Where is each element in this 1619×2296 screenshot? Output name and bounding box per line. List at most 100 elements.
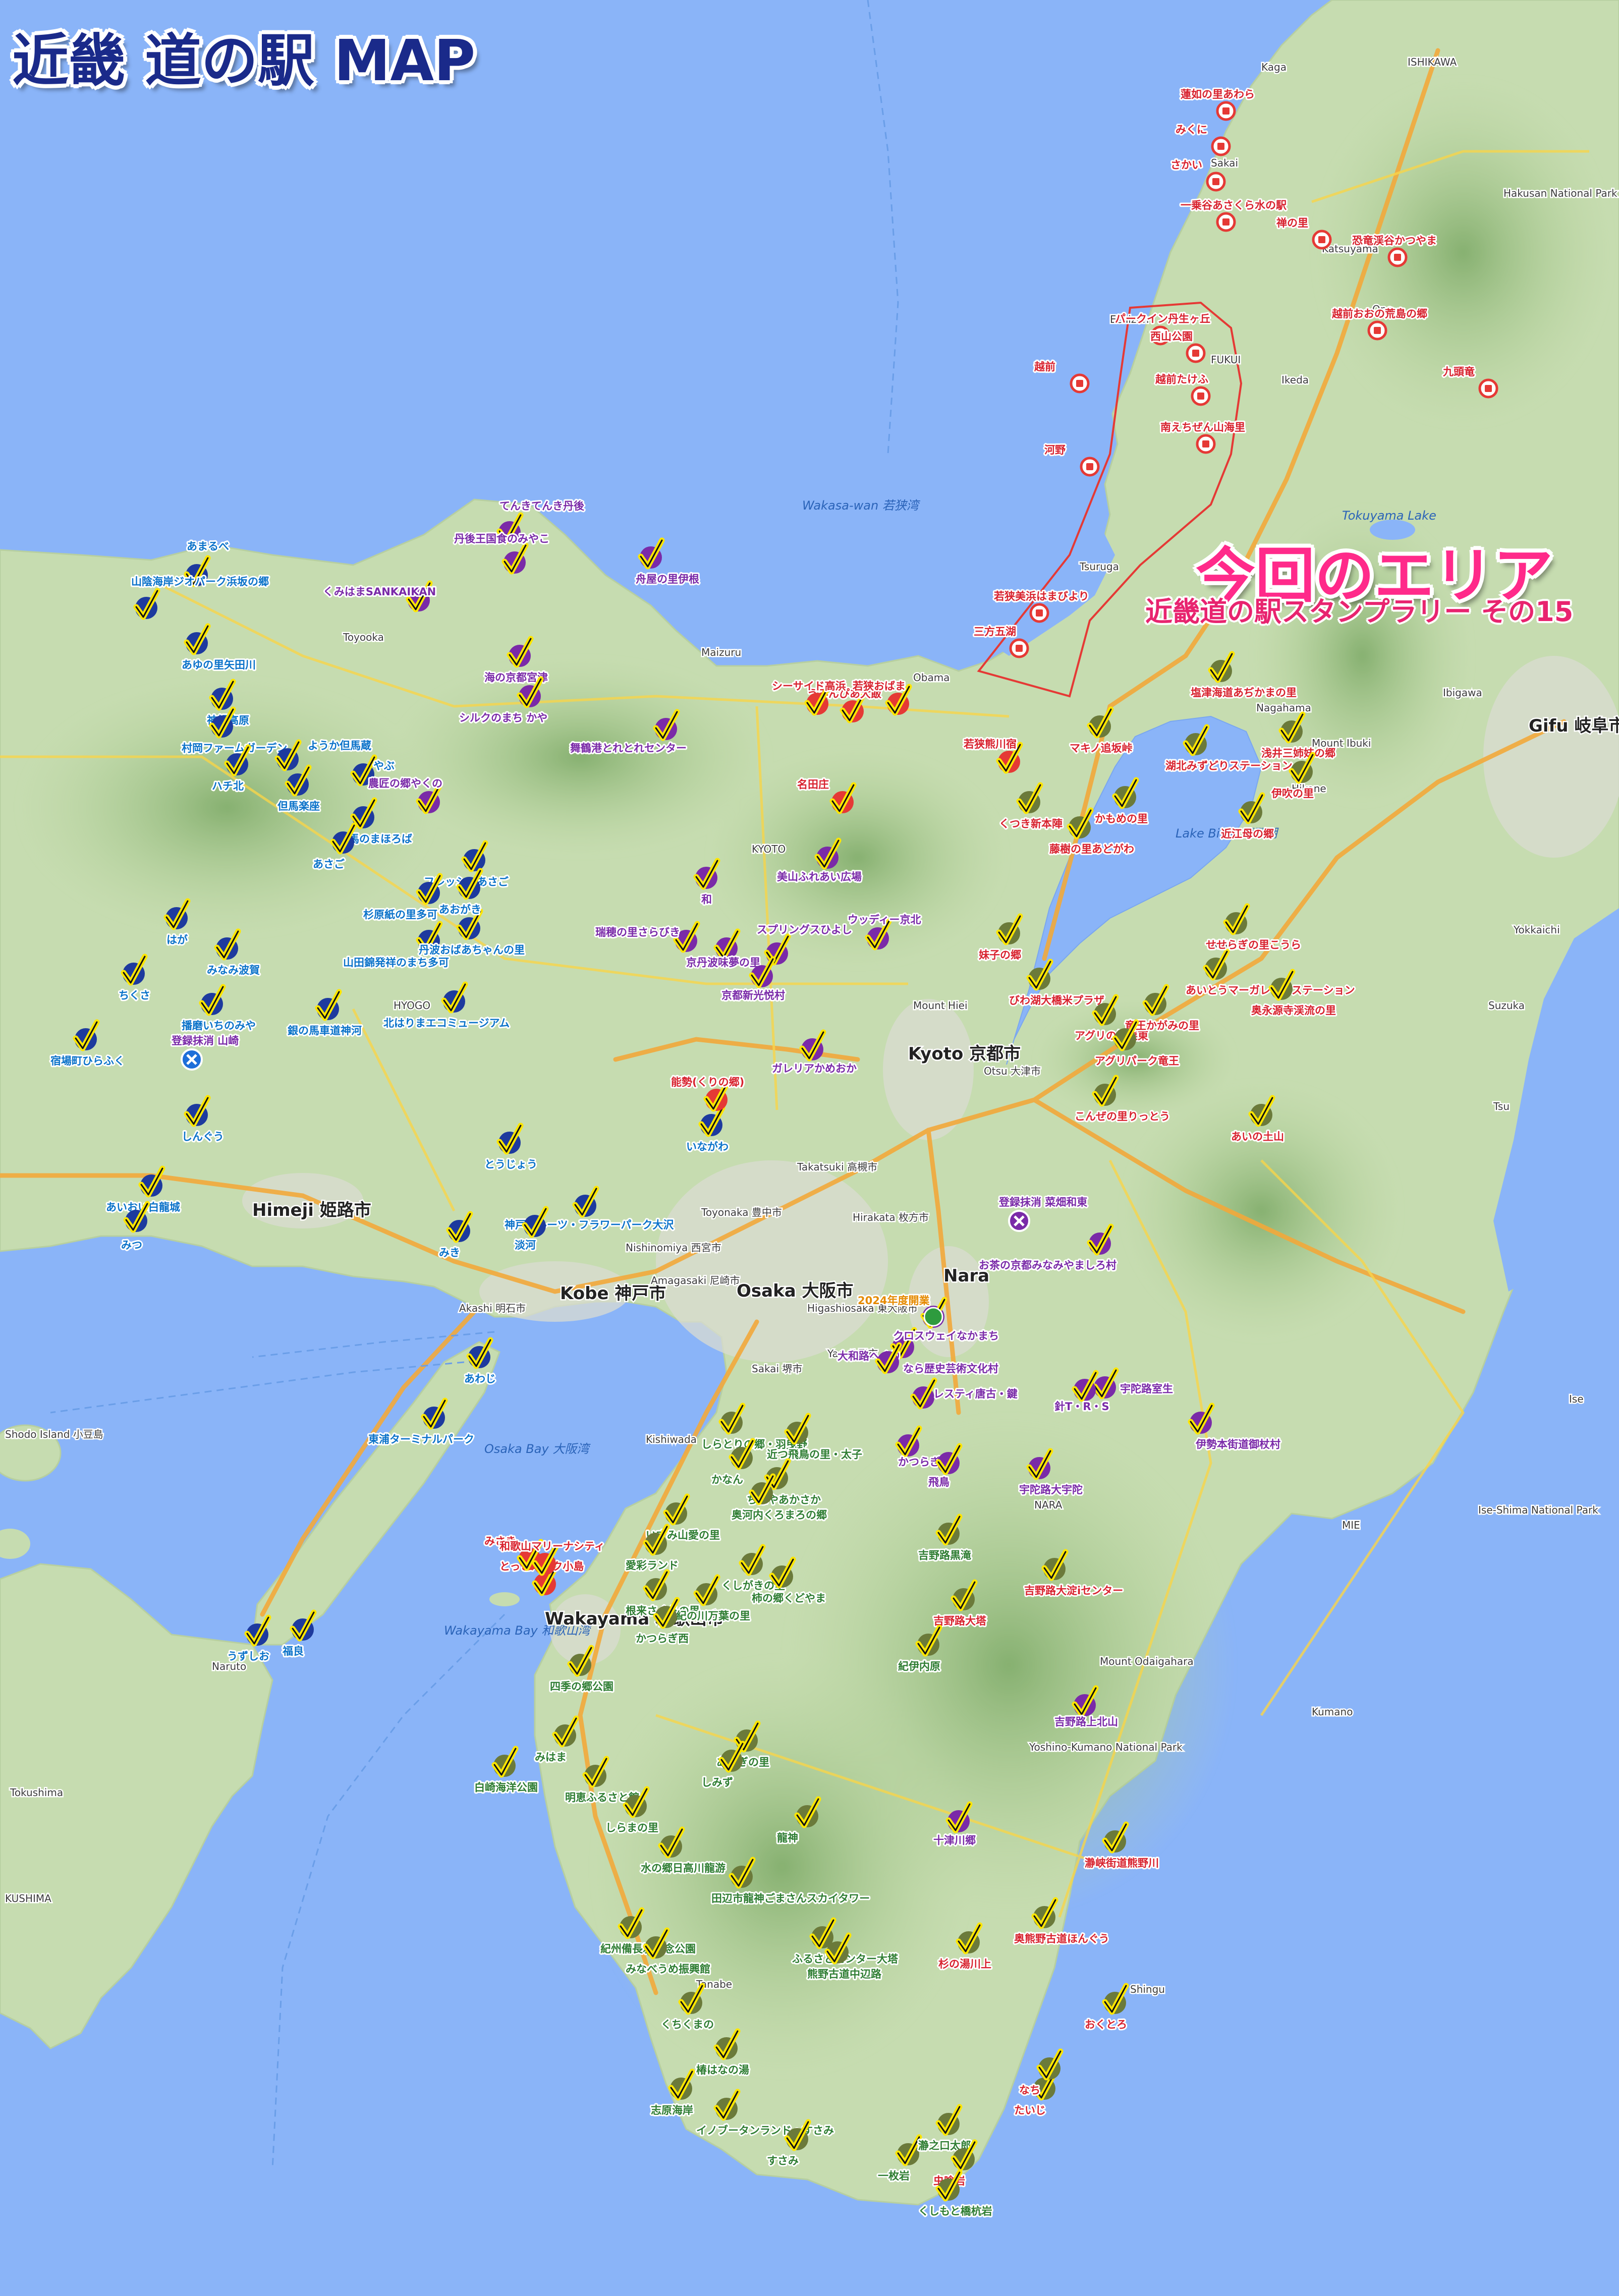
station-square-icon [1016,645,1023,652]
svg-text:2024年度開業: 2024年度開業 [858,1295,930,1307]
station-label: 東浦ターミナルパーク [368,1433,474,1445]
station-label: みくに [1176,124,1207,136]
station-square-icon [1222,218,1230,226]
station-square-icon [1222,107,1230,115]
station-label: スプリングスひよし [757,924,852,936]
pref-label: MIE [1342,1519,1360,1531]
station-label: 紀の川万葉の里 [676,1610,750,1622]
mountain-label: Mount Odaigahara [1100,1655,1194,1667]
station-label: ウッディー京北 [848,914,921,926]
station-label: 山陰海岸ジオパーク浜坂の郷 [131,576,269,588]
station-label: 和歌山マリーナシティ [499,1540,605,1552]
station-label: 福良 [282,1645,304,1657]
station-label: 杉原紙の里多可 [363,909,437,921]
city-label: Toyonaka 豊中市 [701,1206,782,1218]
map-title: 近畿 道の駅 MAP [12,28,476,94]
station-label: 舟屋の里伊根 [636,573,699,585]
station-label: 西山公園 [1150,330,1193,343]
station-label: あわじ [464,1373,496,1385]
station-label: 一乗谷あさくら水の駅 [1181,199,1287,211]
station-label: アグリパーク竜王 [1095,1055,1179,1067]
station-label: 近つ飛鳥の里・太子 [767,1448,862,1461]
station-label: みなべうめ振興館 [626,1963,710,1975]
city-label: Ise [1569,1393,1584,1405]
city-label: Toyooka [343,631,384,643]
station-label: 田辺市龍神ごまさんスカイタワー [711,1892,870,1905]
station-label: すさみ [767,2155,799,2167]
city-label: Kobe 神戸市 [560,1283,666,1304]
city-label: Tokushima [10,1786,63,1799]
station-label: 河野 [1044,444,1066,456]
station-label: おくとろ [1085,2019,1127,2031]
station-label: しらまの里 [605,1822,658,1834]
city-label: Maizuru [701,646,741,658]
station-label: 椿はなの湯 [696,2064,749,2076]
station-label: 北はりまエコミュージアム [383,1017,510,1029]
station-label: 但馬楽座 [277,800,320,812]
sea-label: Osaka Bay 大阪湾 [484,1442,591,1456]
city-label: Himeji 姫路市 [252,1200,371,1220]
station-label: 若狭熊川宿 [963,738,1017,750]
station-label: くつき新本陣 [999,818,1063,830]
city-label: Otsu 大津市 [984,1065,1041,1077]
station-label: 登録抹消 菜畑和東 [998,1196,1087,1208]
station-label: 吉野路上北山 [1054,1716,1118,1728]
sea-label: Wakasa-wan 若狭湾 [802,498,921,513]
city-label: Tsuruga [1079,561,1119,573]
station-label: くしもと橋杭岩 [918,2205,992,2217]
station-label: 志原海岸 [651,2104,693,2116]
station-label: ハチ北 [212,780,244,792]
station-label: せせらぎの里こうら [1206,939,1301,951]
city-label: Akashi 明石市 [459,1302,526,1314]
station-label: ちくさ [119,989,150,1001]
station-label: さかい [1170,159,1202,171]
station-square-icon [1485,385,1492,392]
station-label: 銀の馬車道神河 [288,1025,362,1037]
station-label: 奥永源寺渓流の里 [1251,1004,1336,1017]
station-label: 柿の郷くどやま [752,1592,826,1604]
city-label: Kishiwada [646,1433,697,1445]
station-label: とうじょう [484,1158,537,1170]
city-label: Kaga [1261,61,1287,73]
station-label: 藤樹の里あどがわ [1049,843,1134,855]
station-square-icon [1374,327,1381,334]
station-label: かつらぎ西 [636,1633,689,1645]
station-label: たいじ [1014,2104,1046,2116]
station-label: びわ湖大橋米プラザ [1009,994,1104,1006]
station-label: みき [439,1247,460,1259]
station-label: かなん [711,1474,743,1486]
station-label: はが [166,934,188,946]
station-label: 恐竜渓谷かつやま [1352,235,1437,247]
station-label: 四季の郷公園 [550,1681,613,1693]
station-label: かもめの里 [1095,813,1148,825]
station-label: やぶ [373,760,395,772]
station-label: かつらぎ [898,1456,940,1468]
station-label: あゆの里矢田川 [182,659,256,671]
station-label: 若狭おばま [852,680,906,692]
pref-label: HYOGO [394,999,430,1012]
station-label: 宿場町ひらふく [50,1055,125,1067]
city-label: Tsu [1493,1100,1510,1112]
station-label: あいの土山 [1231,1131,1284,1143]
park-label: Ise-Shima National Park [1478,1504,1598,1516]
station-label: 吉野路黒滝 [918,1549,971,1561]
station-label: 伊勢本街道御杖村 [1195,1438,1280,1450]
station-label: 近江母の郷 [1221,828,1274,840]
station-square-icon [1086,463,1093,470]
station-label: みつ [121,1239,142,1251]
station-label: 紀伊内原 [898,1660,940,1672]
city-label: Shingu [1130,1983,1165,1995]
station-label: みはま [535,1751,567,1763]
city-label: FUKUI [1211,354,1241,366]
station-label: シーサイド高浜 [772,680,846,692]
station-square-icon [1217,143,1224,150]
station-label: 瀞峡街道熊野川 [1085,1857,1159,1869]
station-label: 白崎海洋公園 [474,1781,538,1794]
city-label: Hirakata 枚方市 [853,1211,929,1223]
station-label: 愛彩ランド [626,1559,679,1572]
station-label: みなみ波賀 [207,964,260,976]
city-label: Kumano [1312,1706,1353,1718]
station-label: 十津川郷 [933,1834,976,1846]
station-square-icon [1212,178,1219,185]
station-label: 越前おおの荒島の郷 [1331,308,1427,320]
